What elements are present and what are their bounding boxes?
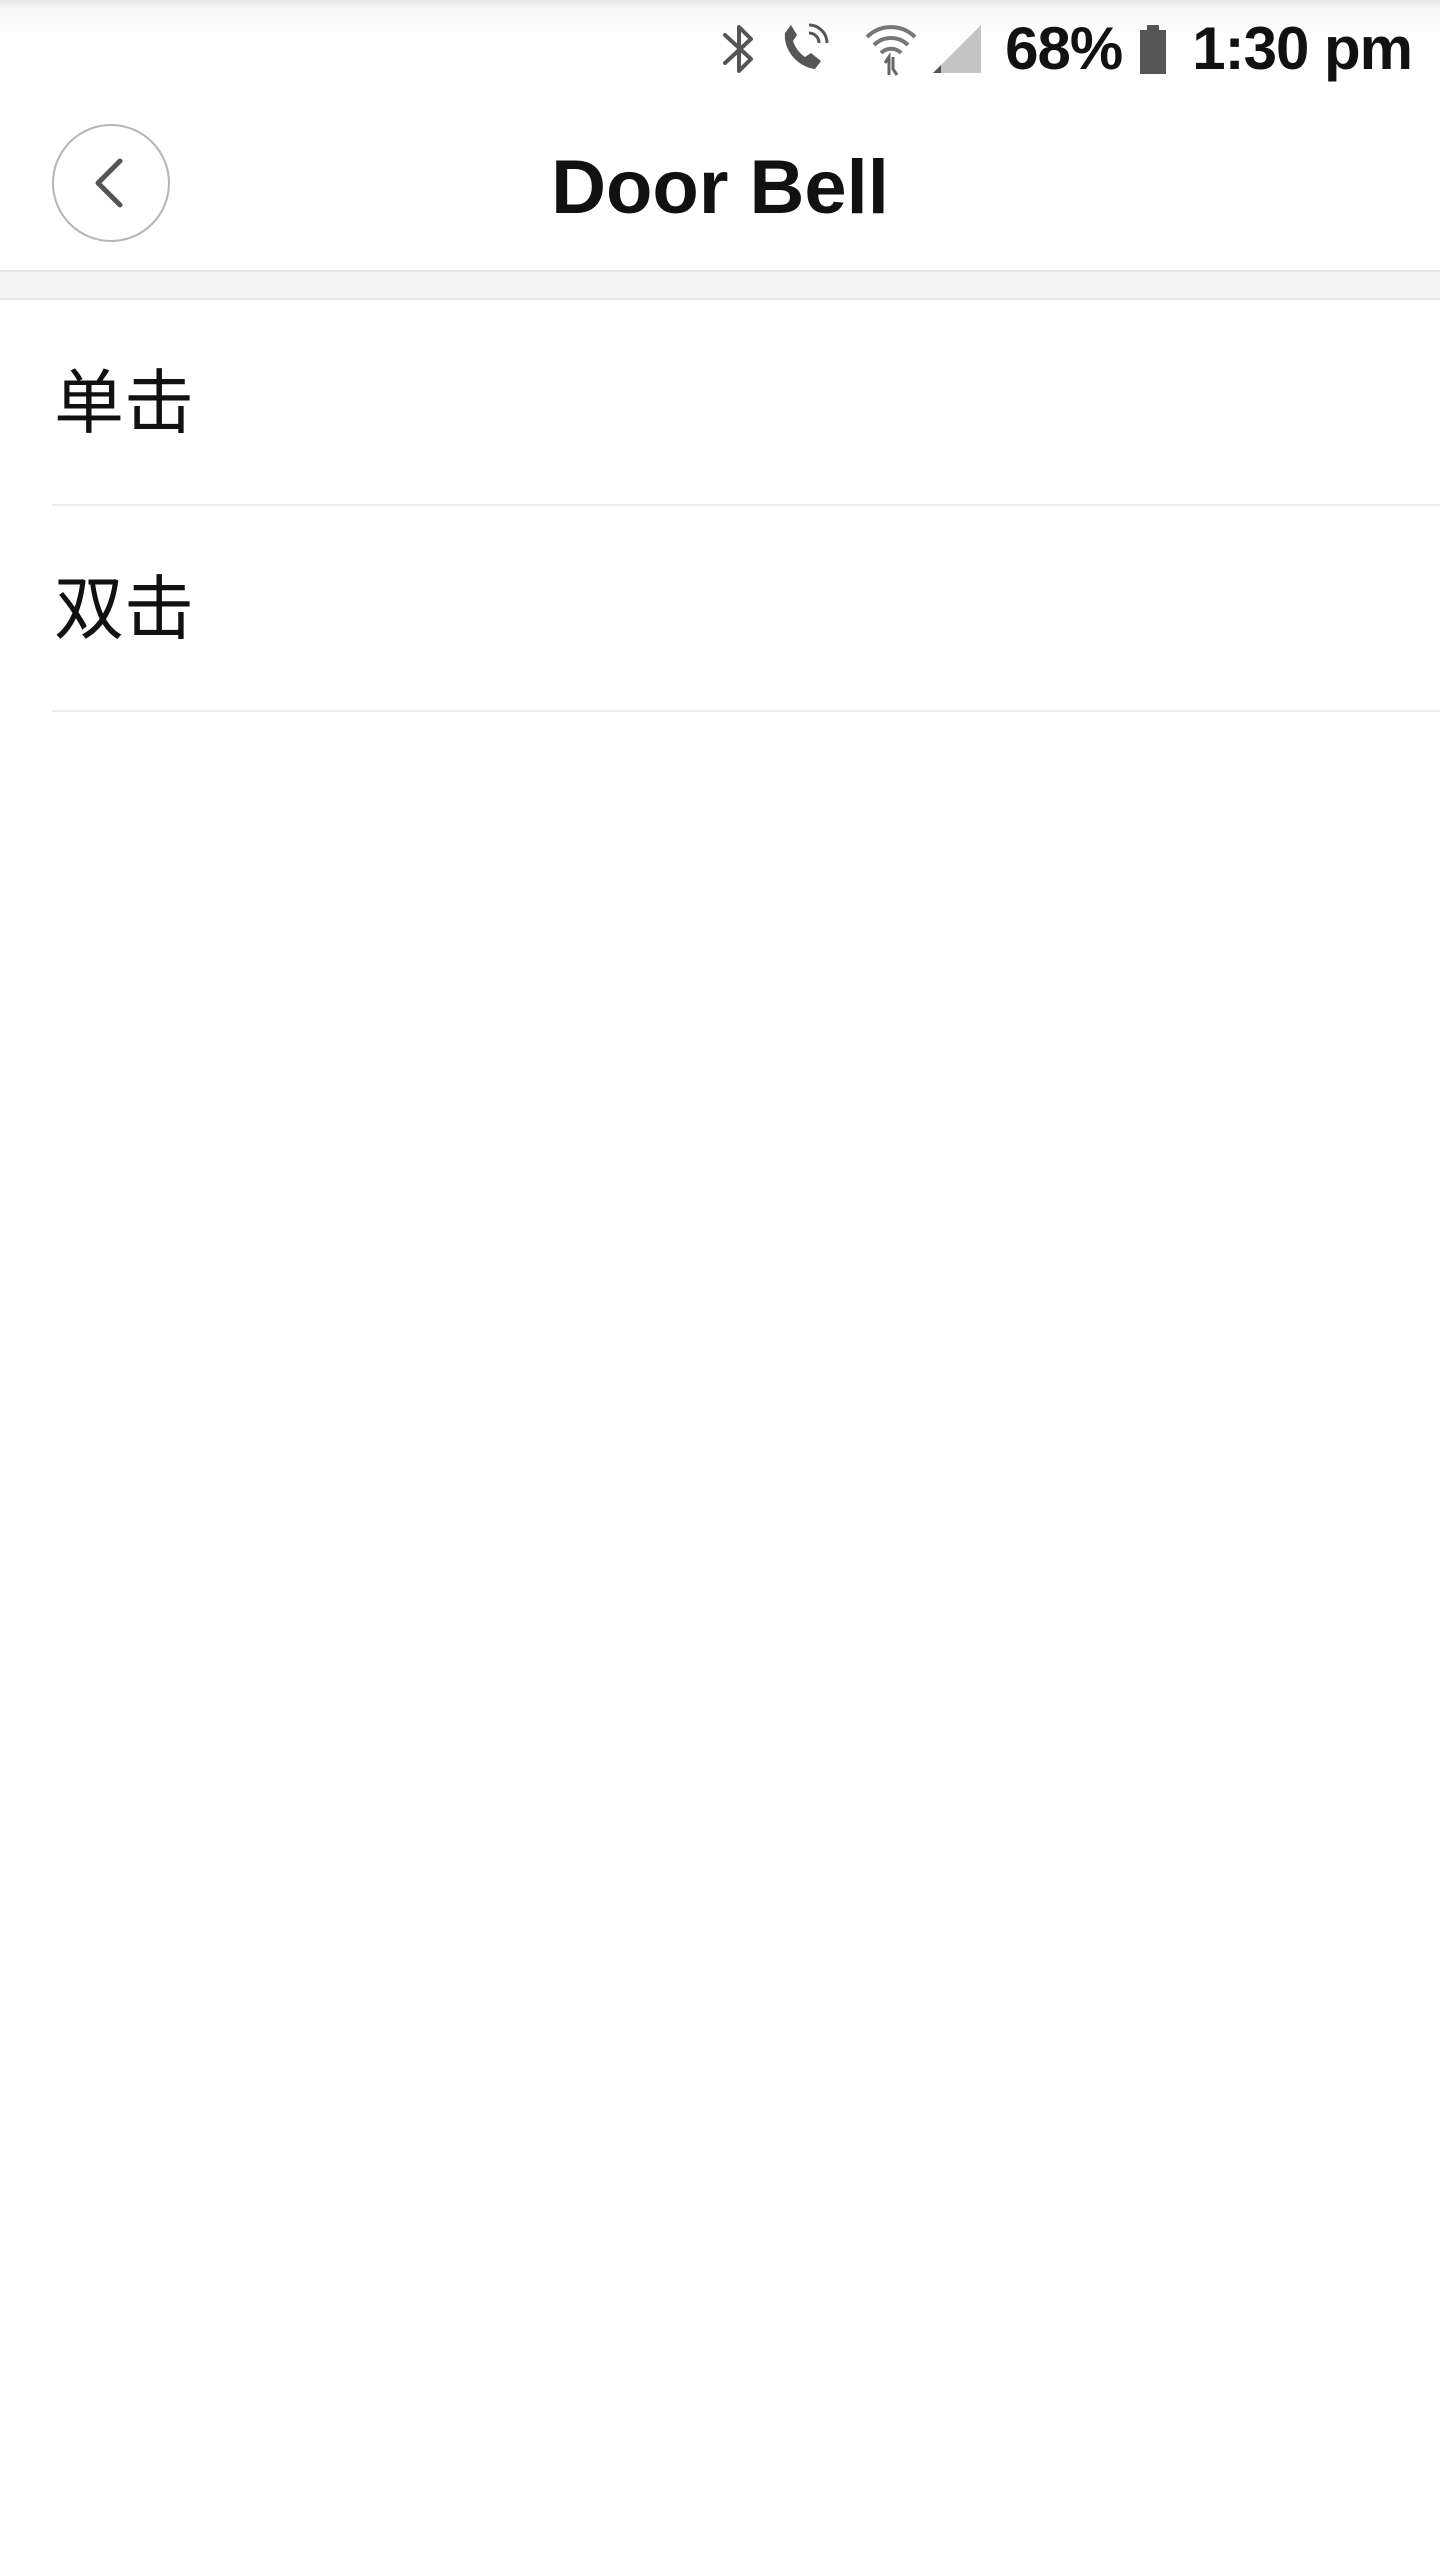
header-bar: Door Bell <box>0 96 1440 272</box>
divider <box>52 710 1440 712</box>
clock: 1:30 pm <box>1192 15 1413 82</box>
status-bar: 68% 1:30 pm <box>0 0 1440 96</box>
list-item-label: 单击 <box>54 362 194 444</box>
action-list: 单击 双击 <box>0 300 1440 712</box>
page-title: Door Bell <box>551 145 889 230</box>
battery-icon <box>1140 25 1167 74</box>
list-item-double-press[interactable]: 双击 <box>0 506 1440 712</box>
wifi-calling-icon <box>784 23 829 69</box>
cell-signal-icon <box>933 25 982 73</box>
battery-percent: 68% <box>1005 15 1123 82</box>
status-icons: 68% 1:30 pm <box>719 10 1413 88</box>
section-divider <box>0 272 1440 300</box>
list-item-single-press[interactable]: 单击 <box>0 300 1440 506</box>
wifi-icon <box>865 25 917 76</box>
list-item-label: 双击 <box>54 568 194 650</box>
bluetooth-icon <box>723 25 754 73</box>
